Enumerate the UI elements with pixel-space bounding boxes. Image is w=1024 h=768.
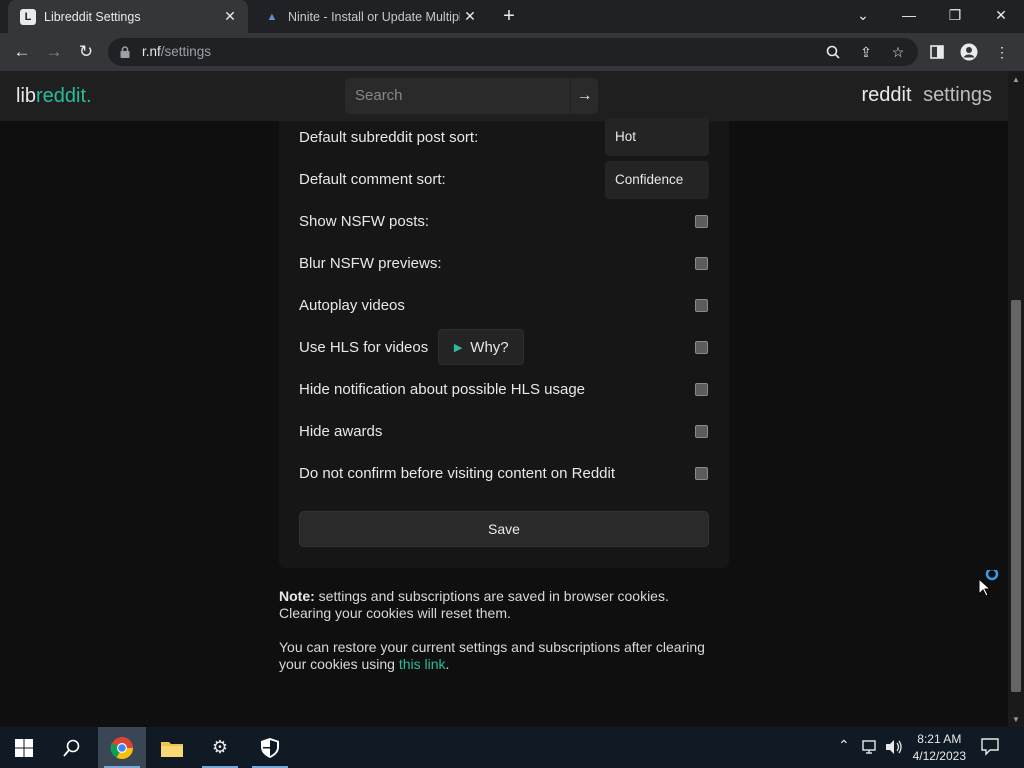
restore-link[interactable]: this link [399, 656, 446, 672]
close-window-button[interactable]: ✕ [978, 0, 1024, 30]
taskbar-chrome-icon[interactable] [98, 727, 146, 768]
comment-sort-label: Default comment sort: [299, 170, 446, 188]
taskbar-clock[interactable]: 8:21 AM 4/12/2023 [913, 731, 966, 765]
tray-chevron-up-icon[interactable]: ⌃ [838, 737, 856, 757]
url-text: r.nf/settings [142, 44, 212, 59]
blur-nsfw-label: Blur NSFW previews: [299, 254, 442, 272]
setting-hide-awards: Hide awards [299, 410, 709, 452]
nav-settings-link[interactable]: settings [923, 84, 992, 106]
zoom-search-icon[interactable] [823, 42, 843, 62]
why-hls-button[interactable]: ▶ Why? [438, 329, 525, 365]
no-confirm-label: Do not confirm before visiting content o… [299, 464, 616, 482]
minimize-button[interactable]: — [886, 0, 932, 30]
profile-icon[interactable] [959, 42, 979, 62]
nav-reddit-link[interactable]: reddit [861, 84, 911, 106]
why-label: Why? [470, 338, 509, 356]
setting-blur-nsfw: Blur NSFW previews: [299, 242, 709, 284]
clock-date: 4/12/2023 [912, 749, 966, 763]
hide-awards-checkbox[interactable] [695, 424, 708, 438]
tab-title: Ninite - Install or Update Multiple [288, 9, 460, 24]
page-content: libreddit. Search → reddit settings Defa… [0, 71, 1008, 727]
taskbar-security-shield-icon[interactable] [246, 727, 294, 768]
scroll-down-arrow-icon[interactable]: ▼ [1008, 712, 1024, 726]
busy-cursor-icon [978, 567, 1002, 597]
show-nsfw-label: Show NSFW posts: [299, 212, 430, 230]
post-sort-label: Default subreddit post sort: [299, 128, 479, 146]
restore-button[interactable]: ❐ [932, 0, 978, 30]
reload-icon[interactable]: ↻ [74, 40, 98, 64]
setting-autoplay: Autoplay videos [299, 284, 709, 326]
search-input[interactable]: Search [345, 78, 570, 114]
forward-arrow-icon[interactable]: → [42, 40, 66, 64]
tab-libreddit-settings[interactable]: L Libreddit Settings ✕ [8, 0, 248, 33]
start-windows-icon[interactable] [0, 727, 48, 768]
setting-comment-sort: Default comment sort: Confidence [299, 158, 709, 200]
save-button[interactable]: Save [299, 511, 709, 547]
search-submit-arrow-icon[interactable]: → [571, 78, 598, 114]
use-hls-checkbox[interactable] [695, 340, 708, 354]
setting-no-confirm: Do not confirm before visiting content o… [299, 452, 709, 494]
taskbar-settings-gear-icon[interactable]: ⚙ [196, 727, 244, 768]
share-icon[interactable]: ⇪ [856, 42, 876, 62]
no-confirm-checkbox[interactable] [695, 466, 708, 480]
taskbar-file-explorer-icon[interactable] [148, 727, 196, 768]
play-triangle-icon: ▶ [453, 341, 463, 354]
libreddit-favicon-icon: L [20, 8, 36, 25]
ninite-favicon-icon: ▲ [266, 10, 278, 23]
setting-hide-hls-notification: Hide notification about possible HLS usa… [299, 368, 709, 410]
scrollbar-thumb[interactable] [1011, 300, 1021, 692]
hide-hls-notification-checkbox[interactable] [695, 382, 708, 396]
side-panel-icon[interactable] [927, 42, 947, 62]
lock-icon[interactable] [118, 45, 132, 59]
back-arrow-icon[interactable]: ← [10, 40, 34, 64]
volume-icon[interactable] [885, 739, 903, 757]
close-tab-icon[interactable]: ✕ [460, 8, 480, 25]
autoplay-label: Autoplay videos [299, 296, 405, 314]
use-hls-label: Use HLS for videos [299, 338, 429, 356]
comment-sort-select[interactable]: Confidence [605, 161, 709, 199]
cookie-note: Note: settings and subscriptions are sav… [279, 588, 669, 621]
scroll-up-arrow-icon[interactable]: ▲ [1008, 72, 1024, 86]
network-icon[interactable] [862, 739, 880, 757]
tab-ninite[interactable]: ▲ Ninite - Install or Update Multiple ✕ [252, 0, 488, 33]
setting-show-nsfw: Show NSFW posts: [299, 200, 709, 242]
autoplay-checkbox[interactable] [695, 298, 708, 312]
blur-nsfw-checkbox[interactable] [695, 256, 708, 270]
restore-note: You can restore your current settings an… [279, 639, 705, 672]
setting-use-hls: Use HLS for videos ▶ Why? [299, 326, 709, 368]
new-tab-button[interactable]: + [498, 5, 520, 27]
post-sort-select[interactable]: Hot [605, 118, 709, 156]
hide-hls-notification-label: Hide notification about possible HLS usa… [299, 380, 586, 398]
menu-kebab-icon[interactable]: ⋮ [992, 42, 1012, 62]
close-tab-icon[interactable]: ✕ [220, 8, 240, 25]
tab-title: Libreddit Settings [44, 9, 141, 24]
clock-time: 8:21 AM [917, 732, 962, 746]
nav-links: reddit settings [855, 84, 992, 107]
libreddit-logo[interactable]: libreddit. [16, 85, 92, 108]
show-nsfw-checkbox[interactable] [695, 214, 708, 228]
tab-search-chevron-icon[interactable]: ⌄ [840, 0, 886, 30]
bookmark-star-icon[interactable]: ☆ [888, 42, 908, 62]
address-bar[interactable] [108, 38, 918, 66]
setting-post-sort: Default subreddit post sort: Hot [299, 116, 709, 158]
taskbar-search-icon[interactable] [48, 727, 96, 768]
hide-awards-label: Hide awards [299, 422, 383, 440]
notification-center-icon[interactable] [980, 736, 1004, 760]
